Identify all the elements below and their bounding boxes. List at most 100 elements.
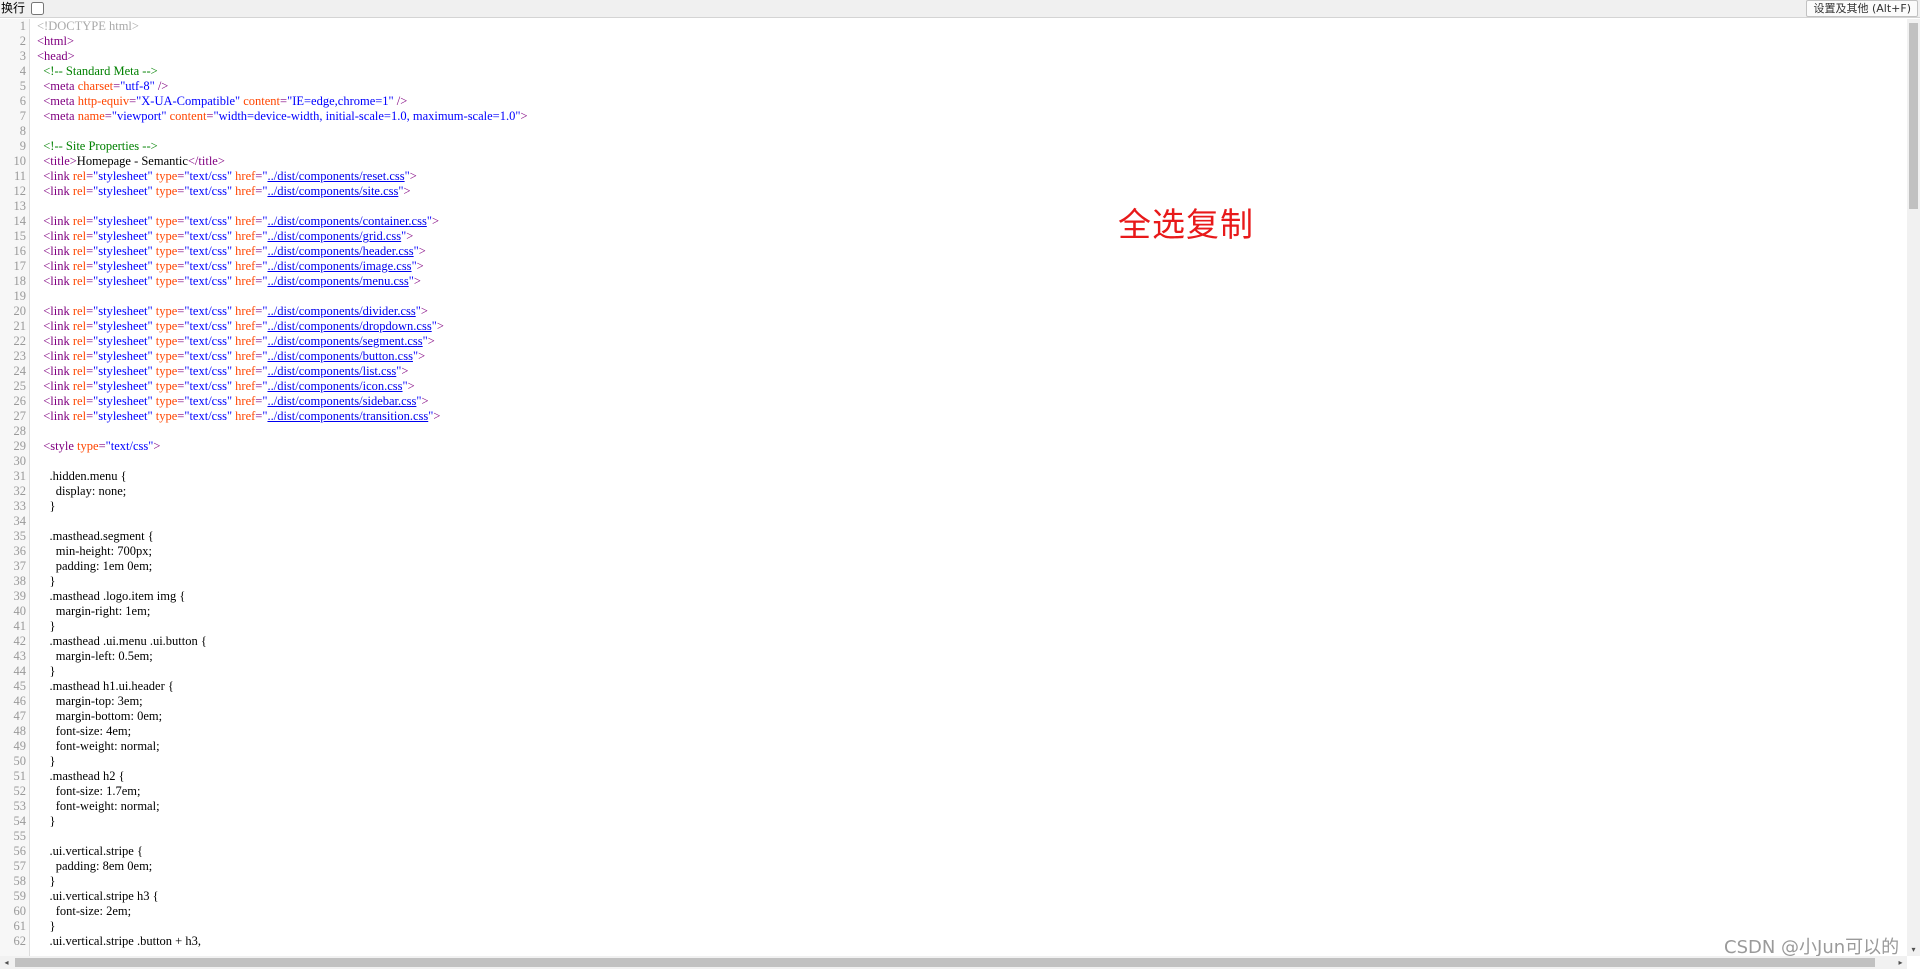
code-token: .masthead .logo.item img { [37,589,186,603]
settings-button[interactable]: 设置及其他 (Alt+F) [1806,0,1918,17]
code-token: > [153,439,161,453]
stylesheet-link[interactable]: ../dist/components/transition.css [267,409,428,423]
stylesheet-link[interactable]: ../dist/components/container.css [267,214,426,228]
wrap-checkbox[interactable] [31,2,44,15]
line-number: 41 [13,619,27,633]
stylesheet-link[interactable]: ../dist/components/sidebar.css [267,394,416,408]
code-line: 43 margin-left: 0.5em; [0,649,1907,664]
stylesheet-link[interactable]: ../dist/components/list.css [267,364,396,378]
code-token: href [235,334,256,348]
horizontal-scroll-thumb[interactable] [15,958,1875,967]
code-token: > [420,304,428,318]
line-code: <link rel="stylesheet" type="text/css" h… [37,334,435,349]
line-code: } [37,619,56,634]
vertical-scrollbar[interactable]: ▾ [1907,19,1920,956]
stylesheet-link[interactable]: ../dist/components/menu.css [267,274,408,288]
code-token: http-equiv [77,94,130,108]
line-number: 7 [19,109,26,123]
code-token: "stylesheet" [93,379,153,393]
vertical-scroll-thumb[interactable] [1909,23,1918,209]
line-number: 38 [13,574,27,588]
line-code: <link rel="stylesheet" type="text/css" h… [37,409,440,424]
code-token: "text/css" [184,394,233,408]
code-line: 18 <link rel="stylesheet" type="text/css… [0,274,1907,289]
code-token: "stylesheet" [93,169,153,183]
code-token: font-size: 4em; [37,724,132,738]
stylesheet-link[interactable]: ../dist/components/icon.css [267,379,402,393]
line-number: 44 [13,664,27,678]
code-token: "text/css" [105,439,154,453]
stylesheet-link[interactable]: ../dist/components/divider.css [267,304,415,318]
code-token: rel [72,319,87,333]
line-number: 45 [13,679,27,693]
line-code: <!-- Site Properties --> [37,139,157,154]
code-token: .ui.vertical.stripe h3 { [37,889,159,903]
code-line: 15 <link rel="stylesheet" type="text/css… [0,229,1907,244]
stylesheet-link[interactable]: ../dist/components/image.css [267,259,411,273]
code-line: 46 margin-top: 3em; [0,694,1907,709]
line-code: margin-top: 3em; [37,694,143,709]
scroll-left-icon[interactable]: ◂ [0,956,13,969]
line-number: 31 [13,469,27,483]
code-editor[interactable]: 1 <!DOCTYPE html> 2 <html> 3 <head> 4 <!-- Sta… [0,19,1907,956]
line-code: margin-left: 0.5em; [37,649,153,664]
code-token: min-height: 700px; [37,544,152,558]
code-token: = [98,439,106,453]
scroll-right-icon[interactable]: ▸ [1894,956,1907,969]
line-code: <!DOCTYPE html> [37,19,139,34]
code-token: "stylesheet" [93,229,153,243]
code-token: rel [72,334,87,348]
stylesheet-link[interactable]: ../dist/components/dropdown.css [267,319,431,333]
code-token: </title> [187,154,225,168]
code-token: margin-top: 3em; [37,694,143,708]
stylesheet-link[interactable]: ../dist/components/reset.css [267,169,404,183]
scroll-down-icon[interactable]: ▾ [1907,943,1920,956]
code-token: "stylesheet" [93,319,153,333]
code-token: href [235,274,256,288]
code-line: 19 [0,289,1907,304]
stylesheet-link[interactable]: ../dist/components/grid.css [267,229,401,243]
line-number: 1 [19,19,26,33]
code-token: rel [72,214,87,228]
stylesheet-link[interactable]: ../dist/components/segment.css [267,334,422,348]
code-token: <link [43,244,73,258]
code-token: font-size: 2em; [37,904,132,918]
code-token: rel [72,169,87,183]
code-token: "text/css" [184,334,233,348]
line-number: 34 [13,514,27,528]
line-code: <meta http-equiv="X-UA-Compatible" conte… [37,94,407,109]
line-number: 17 [13,259,27,273]
code-token: <meta [43,109,78,123]
line-number: 12 [13,184,27,198]
stylesheet-link[interactable]: ../dist/components/button.css [267,349,412,363]
code-token: <!-- Standard Meta --> [43,64,158,78]
line-number: 49 [13,739,27,753]
stylesheet-link[interactable]: ../dist/components/header.css [267,244,413,258]
code-token: rel [72,184,87,198]
code-line: 9 <!-- Site Properties --> [0,139,1907,154]
code-token: .masthead h2 { [37,769,125,783]
code-line: 58 } [0,874,1907,889]
code-line: 47 margin-bottom: 0em; [0,709,1907,724]
code-token: > [427,334,435,348]
code-token: .ui.vertical.stripe { [37,844,143,858]
line-number: 61 [13,919,27,933]
code-token: href [235,229,256,243]
horizontal-scrollbar[interactable]: ◂ ▸ [0,956,1907,969]
line-code: <head> [37,49,75,64]
line-number: 60 [13,904,27,918]
stylesheet-link[interactable]: ../dist/components/site.css [267,184,398,198]
code-token: <link [43,394,73,408]
code-line: 44 } [0,664,1907,679]
code-token: rel [72,244,87,258]
code-line: 21 <link rel="stylesheet" type="text/css… [0,319,1907,334]
code-token: <head> [37,49,75,63]
code-line: 49 font-weight: normal; [0,739,1907,754]
code-token: "stylesheet" [93,349,153,363]
code-token: href [235,169,256,183]
code-token: "stylesheet" [93,184,153,198]
code-line: 24 <link rel="stylesheet" type="text/css… [0,364,1907,379]
line-code: <link rel="stylesheet" type="text/css" h… [37,379,414,394]
code-token: "stylesheet" [93,364,153,378]
line-number: 10 [13,154,27,168]
